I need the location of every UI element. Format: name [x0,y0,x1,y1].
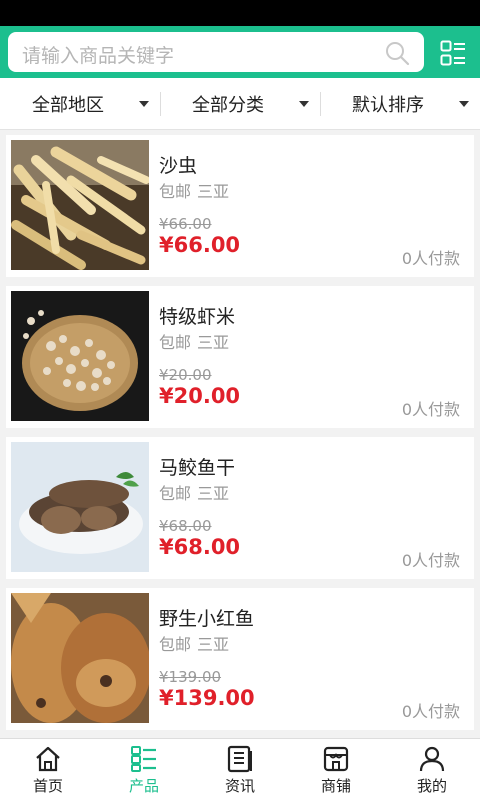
filter-category[interactable]: 全部分类 [160,78,320,130]
top-bar: 请输入商品关键字 [0,26,480,78]
payment-count: 0人付款 [401,551,460,570]
grid-list-icon [131,746,156,772]
product-title: 特级虾米 [159,306,236,328]
original-price: ¥139.00 [159,668,222,686]
category-menu-icon[interactable] [440,40,466,66]
tab-shop[interactable]: 商铺 [288,739,384,800]
original-price: ¥68.00 [159,517,212,535]
original-price: ¥20.00 [159,366,212,384]
tab-label: 我的 [416,777,447,795]
status-bar [0,0,480,26]
filter-sort-label: 默认排序 [352,95,424,116]
search-icon[interactable] [384,40,410,66]
product-card[interactable]: 马鲛鱼干 包邮 三亚 ¥68.00 ¥68.00 0人付款 [6,437,474,579]
search-input[interactable]: 请输入商品关键字 [8,32,424,72]
chevron-down-icon [139,101,149,107]
product-image[interactable] [11,593,149,723]
news-icon [227,745,252,773]
product-image[interactable] [11,442,149,572]
product-title: 马鲛鱼干 [159,457,236,479]
product-tags: 包邮 三亚 [159,631,229,655]
tag-free-shipping: 包邮 [159,182,192,201]
tab-label: 产品 [128,777,159,795]
tab-news[interactable]: 资讯 [192,739,288,800]
shop-icon [323,746,349,772]
tab-home[interactable]: 首页 [0,739,96,800]
tag-free-shipping: 包邮 [159,635,192,654]
tab-label: 资讯 [224,777,255,795]
product-image[interactable] [11,140,149,270]
bottom-tab-bar: 首页 产品 资讯 商铺 我的 [0,738,480,800]
product-image[interactable] [11,291,149,421]
tag-free-shipping: 包邮 [159,333,192,352]
chevron-down-icon [459,101,469,107]
tab-label: 商铺 [320,777,351,795]
sale-price: ¥68.00 [159,535,241,559]
product-tags: 包邮 三亚 [159,178,229,202]
product-card[interactable]: 特级虾米 包邮 三亚 ¥20.00 ¥20.00 0人付款 [6,286,474,428]
payment-count: 0人付款 [401,249,460,268]
payment-count: 0人付款 [401,400,460,419]
tag-free-shipping: 包邮 [159,484,192,503]
sale-price: ¥20.00 [159,384,241,408]
filter-bar: 全部地区 全部分类 默认排序 [0,78,480,130]
filter-region-label: 全部地区 [32,95,104,116]
product-title: 野生小红鱼 [159,608,255,630]
original-price: ¥66.00 [159,215,212,233]
tag-location: 三亚 [197,635,230,654]
filter-category-label: 全部分类 [192,95,264,116]
product-tags: 包邮 三亚 [159,480,229,504]
payment-count: 0人付款 [401,702,460,721]
chevron-down-icon [299,101,309,107]
filter-region[interactable]: 全部地区 [0,78,160,130]
tag-location: 三亚 [197,484,230,503]
sale-price: ¥139.00 [159,686,255,710]
product-card[interactable]: 野生小红鱼 包邮 三亚 ¥139.00 ¥139.00 0人付款 [6,588,474,730]
tab-label: 首页 [32,777,63,795]
sale-price: ¥66.00 [159,233,241,257]
tab-mine[interactable]: 我的 [384,739,480,800]
tag-location: 三亚 [197,333,230,352]
home-icon [36,746,60,772]
filter-sort[interactable]: 默认排序 [320,78,480,130]
product-title: 沙虫 [159,155,198,177]
search-placeholder: 请输入商品关键字 [22,45,175,67]
tab-products[interactable]: 产品 [96,739,192,800]
tag-location: 三亚 [197,182,230,201]
product-tags: 包邮 三亚 [159,329,229,353]
product-card[interactable]: 沙虫 包邮 三亚 ¥66.00 ¥66.00 0人付款 [6,135,474,277]
user-icon [419,746,445,772]
